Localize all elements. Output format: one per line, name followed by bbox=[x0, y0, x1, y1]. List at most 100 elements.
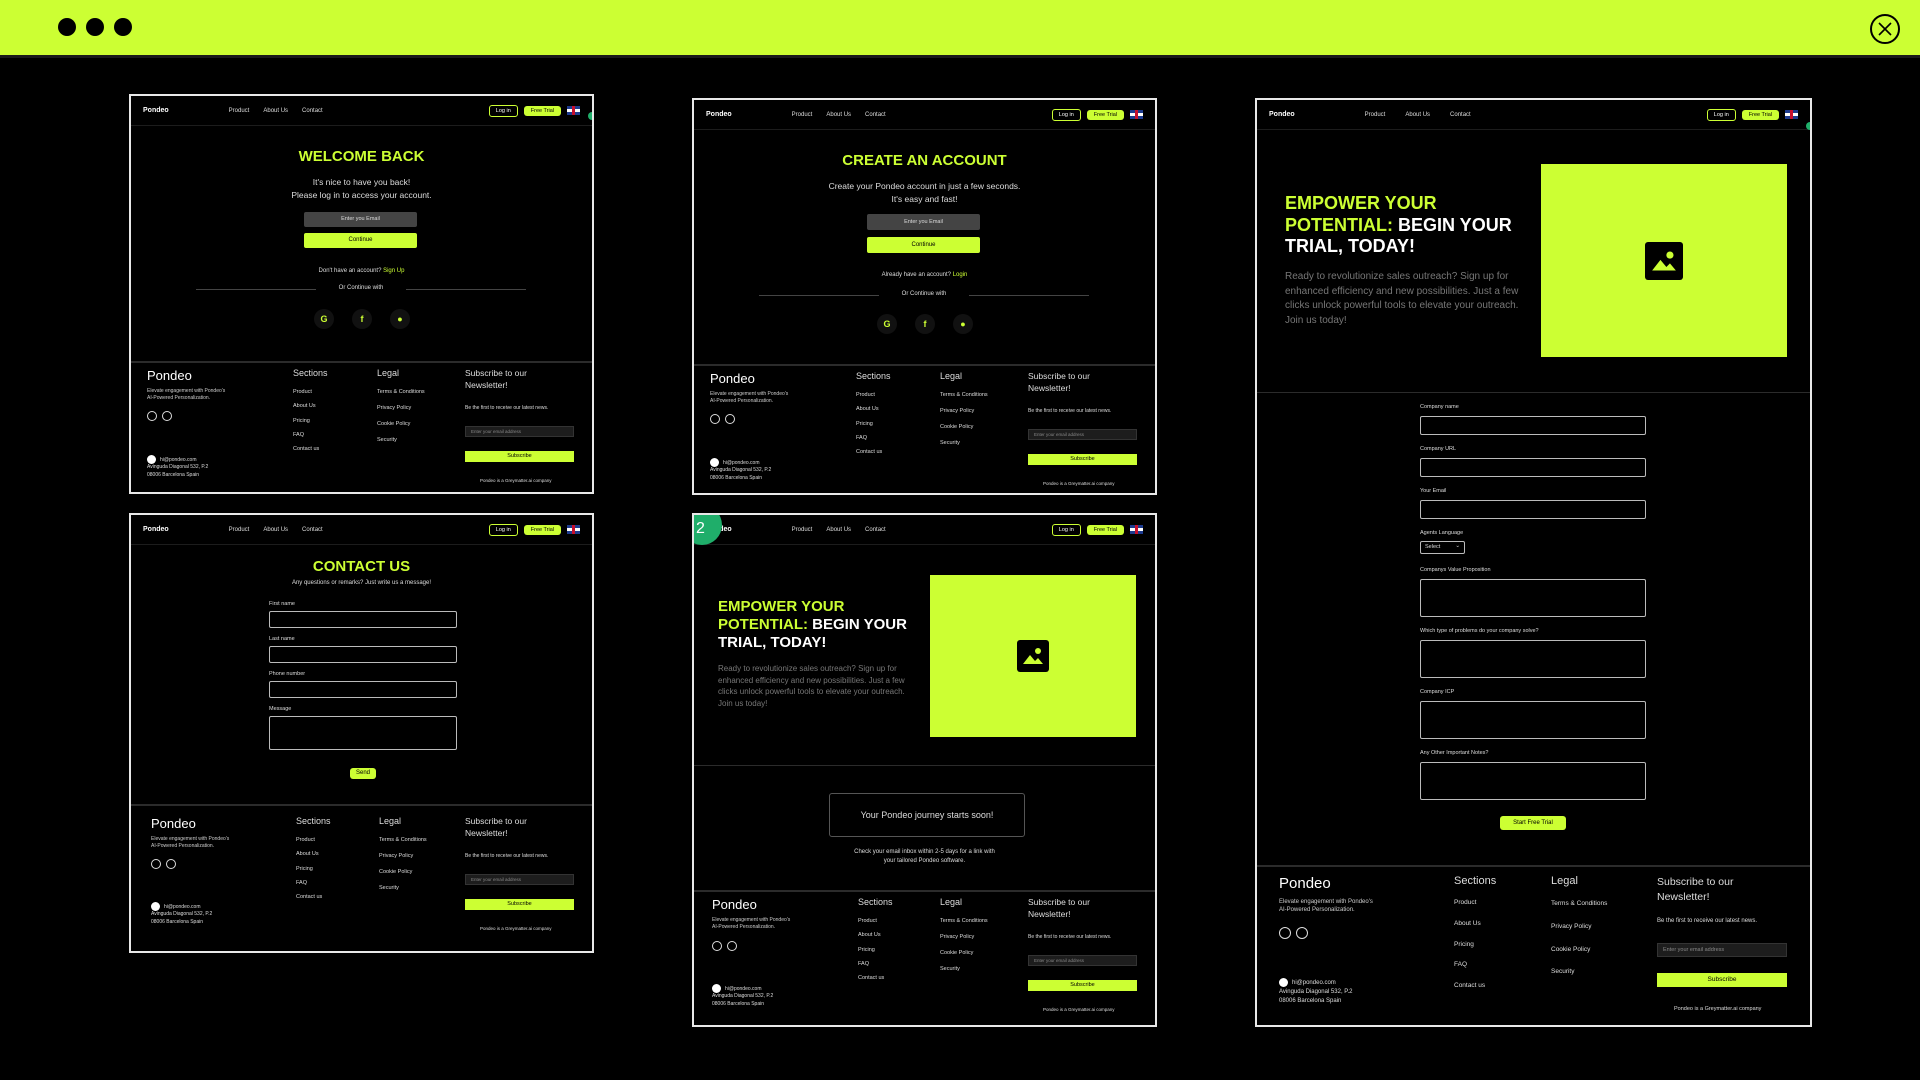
footer-link[interactable]: Contact us bbox=[1454, 976, 1485, 997]
dot-icon[interactable] bbox=[58, 18, 76, 36]
legal-link[interactable]: Privacy Policy bbox=[940, 404, 988, 420]
social-icon[interactable] bbox=[162, 411, 172, 421]
nav-about-link[interactable]: About Us bbox=[826, 527, 851, 533]
free-trial-button[interactable]: Free Trial bbox=[1086, 109, 1124, 120]
send-button[interactable]: Send bbox=[350, 768, 376, 779]
social-icon[interactable] bbox=[1279, 927, 1291, 939]
nav-contact-link[interactable]: Contact bbox=[1450, 112, 1471, 118]
free-trial-button[interactable]: Free Trial bbox=[1086, 524, 1124, 535]
login-button[interactable]: Log in bbox=[1706, 108, 1736, 121]
legal-link[interactable]: Terms & Conditions bbox=[940, 914, 988, 930]
legal-link[interactable]: Terms & Conditions bbox=[1551, 893, 1607, 916]
facebook-icon[interactable]: f bbox=[915, 314, 935, 334]
footer-link[interactable]: About Us bbox=[856, 402, 882, 416]
nav-product-link[interactable]: Product bbox=[229, 108, 250, 114]
legal-link[interactable]: Terms & Conditions bbox=[940, 388, 988, 404]
footer-link[interactable]: Product bbox=[296, 833, 322, 847]
phone-field[interactable] bbox=[269, 681, 457, 698]
social-icon[interactable] bbox=[147, 411, 157, 421]
nav-about-link[interactable]: About Us bbox=[826, 112, 851, 118]
notes-field[interactable] bbox=[1420, 762, 1646, 800]
legal-link[interactable]: Privacy Policy bbox=[377, 401, 425, 417]
footer-link[interactable]: Contact us bbox=[296, 890, 322, 904]
newsletter-email-input[interactable]: Enter your email address bbox=[1028, 955, 1137, 966]
subscribe-button[interactable]: Subscribe bbox=[1028, 980, 1137, 991]
legal-link[interactable]: Cookie Policy bbox=[940, 420, 988, 436]
value-prop-field[interactable] bbox=[1420, 579, 1646, 617]
uk-flag-icon[interactable] bbox=[1785, 110, 1798, 119]
google-icon[interactable]: G bbox=[877, 314, 897, 334]
footer-link[interactable]: Product bbox=[856, 388, 882, 402]
legal-link[interactable]: Cookie Policy bbox=[940, 946, 988, 962]
nav-product-link[interactable]: Product bbox=[792, 527, 813, 533]
free-trial-button[interactable]: Free Trial bbox=[523, 105, 561, 116]
footer-link[interactable]: Pricing bbox=[296, 862, 322, 876]
newsletter-email-input[interactable]: Enter your email address bbox=[1657, 943, 1787, 957]
legal-link[interactable]: Privacy Policy bbox=[1551, 916, 1607, 939]
legal-link[interactable]: Security bbox=[1551, 961, 1607, 984]
footer-email[interactable]: hi@pondeo.com bbox=[725, 986, 762, 992]
footer-email[interactable]: hi@pondeo.com bbox=[1292, 980, 1336, 986]
subscribe-button[interactable]: Subscribe bbox=[465, 899, 574, 910]
footer-link[interactable]: About Us bbox=[296, 847, 322, 861]
apple-icon[interactable]: ● bbox=[953, 314, 973, 334]
legal-link[interactable]: Security bbox=[940, 962, 988, 978]
last-name-field[interactable] bbox=[269, 646, 457, 663]
nav-contact-link[interactable]: Contact bbox=[865, 112, 886, 118]
nav-about-link[interactable]: About Us bbox=[1405, 112, 1430, 118]
footer-link[interactable]: Contact us bbox=[858, 971, 884, 985]
footer-link[interactable]: Pricing bbox=[1454, 935, 1485, 956]
legal-link[interactable]: Privacy Policy bbox=[379, 849, 427, 865]
nav-product-link[interactable]: Product bbox=[1365, 112, 1386, 118]
footer-link[interactable]: Pricing bbox=[293, 414, 319, 428]
footer-link[interactable]: About Us bbox=[293, 399, 319, 413]
legal-link[interactable]: Privacy Policy bbox=[940, 930, 988, 946]
footer-link[interactable]: Product bbox=[1454, 893, 1485, 914]
dot-icon[interactable] bbox=[114, 18, 132, 36]
start-free-trial-button[interactable]: Start Free Trial bbox=[1500, 816, 1566, 830]
footer-link[interactable]: About Us bbox=[858, 928, 884, 942]
footer-link[interactable]: FAQ bbox=[856, 431, 882, 445]
footer-link[interactable]: Product bbox=[858, 914, 884, 928]
footer-link[interactable]: About Us bbox=[1454, 914, 1485, 935]
uk-flag-icon[interactable] bbox=[567, 106, 580, 115]
company-name-field[interactable] bbox=[1420, 416, 1646, 435]
legal-link[interactable]: Security bbox=[940, 436, 988, 452]
subscribe-button[interactable]: Subscribe bbox=[465, 451, 574, 462]
footer-link[interactable]: Contact us bbox=[293, 442, 319, 456]
footer-link[interactable]: Contact us bbox=[856, 445, 882, 459]
facebook-icon[interactable]: f bbox=[352, 309, 372, 329]
uk-flag-icon[interactable] bbox=[567, 525, 580, 534]
login-button[interactable]: Log in bbox=[1051, 108, 1081, 121]
social-icon[interactable] bbox=[712, 941, 722, 951]
social-icon[interactable] bbox=[727, 941, 737, 951]
nav-about-link[interactable]: About Us bbox=[263, 527, 288, 533]
continue-button[interactable]: Continue bbox=[304, 233, 417, 248]
legal-link[interactable]: Cookie Policy bbox=[377, 417, 425, 433]
legal-link[interactable]: Cookie Policy bbox=[1551, 939, 1607, 962]
free-trial-button[interactable]: Free Trial bbox=[1741, 109, 1779, 120]
footer-link[interactable]: FAQ bbox=[293, 428, 319, 442]
nav-contact-link[interactable]: Contact bbox=[865, 527, 886, 533]
close-icon[interactable] bbox=[1870, 14, 1900, 44]
newsletter-email-input[interactable]: Enter your email address bbox=[465, 426, 574, 437]
social-icon[interactable] bbox=[166, 859, 176, 869]
footer-link[interactable]: Product bbox=[293, 385, 319, 399]
apple-icon[interactable]: ● bbox=[390, 309, 410, 329]
footer-link[interactable]: FAQ bbox=[296, 876, 322, 890]
continue-button[interactable]: Continue bbox=[867, 237, 980, 253]
legal-link[interactable]: Security bbox=[379, 881, 427, 897]
nav-logo[interactable]: Pondeo bbox=[143, 526, 169, 533]
newsletter-email-input[interactable]: Enter your email address bbox=[1028, 429, 1137, 440]
icp-field[interactable] bbox=[1420, 701, 1646, 739]
footer-link[interactable]: Pricing bbox=[856, 417, 882, 431]
problems-field[interactable] bbox=[1420, 640, 1646, 678]
legal-link[interactable]: Terms & Conditions bbox=[377, 385, 425, 401]
login-button[interactable]: Log in bbox=[1051, 523, 1081, 536]
login-link[interactable]: Login bbox=[953, 272, 968, 278]
google-icon[interactable]: G bbox=[314, 309, 334, 329]
subscribe-button[interactable]: Subscribe bbox=[1657, 973, 1787, 987]
nav-logo[interactable]: Pondeo bbox=[143, 107, 169, 114]
agents-language-select[interactable]: Select ⌄ bbox=[1420, 541, 1465, 554]
login-button[interactable]: Log in bbox=[488, 523, 518, 536]
